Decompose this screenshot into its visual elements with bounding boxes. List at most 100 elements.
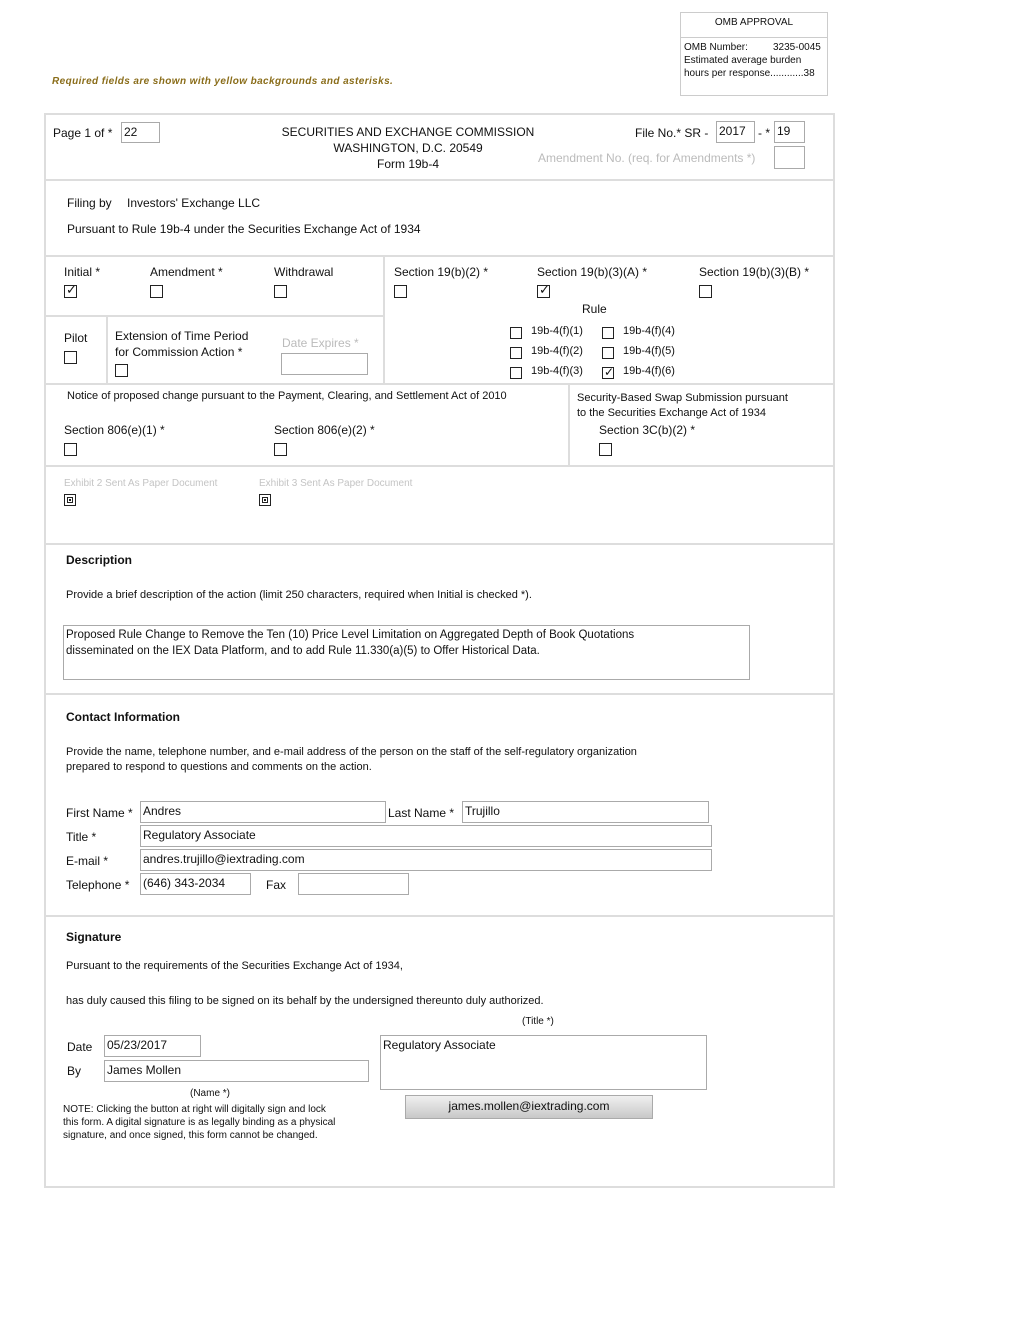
section-806e1-label: Section 806(e)(1) * [64,423,165,437]
divider [44,915,835,917]
section-19b2-checkbox[interactable] [394,285,407,298]
divider [44,315,384,317]
exhibit3-paper-checkbox[interactable] [259,494,271,506]
first-name-label: First Name * [66,806,133,820]
swap-submission-text: Security-Based Swap Submission pursuant … [577,391,788,421]
agency-line2: WASHINGTON, D.C. 20549 [333,141,483,155]
telephone-label: Telephone * [66,878,130,892]
date-label: Date [67,1040,93,1054]
digital-sign-button[interactable]: james.mollen@iextrading.com [405,1095,653,1119]
last-name-label: Last Name * [388,806,455,820]
divider [106,315,108,385]
initial-label: Initial * [64,265,101,279]
page-label: Page 1 of * [53,126,113,140]
telephone-input[interactable]: (646) 343-2034 [140,873,251,895]
description-textarea[interactable]: Proposed Rule Change to Remove the Ten (… [63,625,750,680]
title-caption: (Title *) [522,1016,554,1027]
section-806e1-checkbox[interactable] [64,443,77,456]
omb-number-value: 3235-0045 [773,42,821,53]
last-name-input[interactable]: Trujillo [462,801,709,823]
signature-date-input[interactable]: 05/23/2017 [104,1035,201,1057]
email-input[interactable]: andres.trujillo@iextrading.com [140,849,712,871]
rule-f1-label: 19b-4(f)(1) [531,325,583,337]
signature-note: NOTE: Clicking the button at right will … [63,1103,335,1142]
checkmark-icon: ✓ [539,282,550,297]
contact-heading: Contact Information [66,710,180,724]
agency-line1: SECURITIES AND EXCHANGE COMMISSION [281,125,535,139]
extension-line1: Extension of Time Period [115,329,249,343]
rule-f3-checkbox[interactable] [510,367,522,379]
omb-approval-box: OMB APPROVAL OMB Number: 3235-0045 Estim… [680,12,828,96]
first-name-input[interactable]: Andres [140,801,386,823]
section-19b3b-label: Section 19(b)(3)(B) * [699,265,810,279]
pilot-label: Pilot [64,331,88,345]
file-year-input[interactable]: 2017 [716,121,755,143]
rule-f2-checkbox[interactable] [510,347,522,359]
signature-line1: Pursuant to the requirements of the Secu… [66,960,403,972]
contact-instr-line1: Provide the name, telephone number, and … [66,746,637,758]
page-total-input[interactable]: 22 [121,122,160,143]
signature-heading: Signature [66,930,122,944]
description-instructions: Provide a brief description of the actio… [66,589,532,601]
signer-title-textarea[interactable]: Regulatory Associate [380,1035,707,1090]
divider [44,693,835,695]
omb-title: OMB APPROVAL [681,13,827,38]
section-3cb2-label: Section 3C(b)(2) * [599,423,696,437]
section-3cb2-checkbox[interactable] [599,443,612,456]
rule-f6-checkbox[interactable]: ✓ [602,365,614,379]
rule-f3-label: 19b-4(f)(3) [531,365,583,377]
exhibit2-paper-checkbox[interactable] [64,494,76,506]
file-number-input[interactable]: 19 [774,121,805,143]
section-19b3a-checkbox[interactable]: ✓ [537,282,550,298]
description-line1: Proposed Rule Change to Remove the Ten (… [66,629,635,641]
omb-number-label: OMB Number: [684,42,748,53]
title-label: Title * [66,830,97,844]
withdrawal-label: Withdrawal [274,265,334,279]
contact-instr-line2: prepared to respond to questions and com… [66,761,372,773]
rule-f6-label: 19b-4(f)(6) [623,365,675,377]
exhibit3-label: Exhibit 3 Sent As Paper Document [259,478,413,489]
signer-name-input[interactable]: James Mollen [104,1060,369,1082]
note-line1: NOTE: Clicking the button at right will … [63,1104,326,1115]
divider [44,255,835,257]
fax-input[interactable] [298,873,409,895]
section-806e2-checkbox[interactable] [274,443,287,456]
pilot-checkbox[interactable] [64,351,77,364]
date-expires-label: Date Expires * [282,336,359,350]
rule-f5-checkbox[interactable] [602,347,614,359]
name-caption: (Name *) [190,1088,231,1099]
note-line3: signature, and once signed, this form ca… [63,1130,318,1141]
section-19b2-label: Section 19(b)(2) * [394,265,489,279]
rule-f5-label: 19b-4(f)(5) [623,345,675,357]
divider [44,543,835,545]
amendment-checkbox[interactable] [150,285,163,298]
by-label: By [67,1064,82,1078]
file-no-label: File No.* SR - [635,126,709,140]
withdrawal-checkbox[interactable] [274,285,287,298]
divider [44,383,835,385]
signature-line2: has duly caused this filing to be signed… [66,995,544,1007]
checkmark-icon: ✓ [66,282,77,297]
required-fields-note: Required fields are shown with yellow ba… [52,76,394,87]
agency-title: SECURITIES AND EXCHANGE COMMISSION WASHI… [250,124,566,172]
divider [383,255,385,385]
section-19b3b-checkbox[interactable] [699,285,712,298]
swap-line1: Security-Based Swap Submission pursuant [577,392,788,404]
rule-f4-checkbox[interactable] [602,327,614,339]
note-line2: this form. A digital signature is as leg… [63,1117,336,1128]
divider [44,179,835,181]
omb-burden-line1: Estimated average burden [684,55,802,66]
fax-label: Fax [266,878,287,892]
extension-checkbox[interactable] [115,364,128,377]
initial-checkbox[interactable]: ✓ [64,282,77,298]
title-input[interactable]: Regulatory Associate [140,825,712,847]
amendment-input[interactable] [774,146,805,169]
file-separator: - * [758,126,770,140]
extension-label: Extension of Time Period for Commission … [115,328,248,360]
extension-line2: for Commission Action * [115,345,243,359]
pursuant-text: Pursuant to Rule 19b-4 under the Securit… [67,222,421,236]
rule-f4-label: 19b-4(f)(4) [623,325,675,337]
divider [44,465,835,467]
rule-f1-checkbox[interactable] [510,327,522,339]
date-expires-input[interactable] [281,353,368,375]
